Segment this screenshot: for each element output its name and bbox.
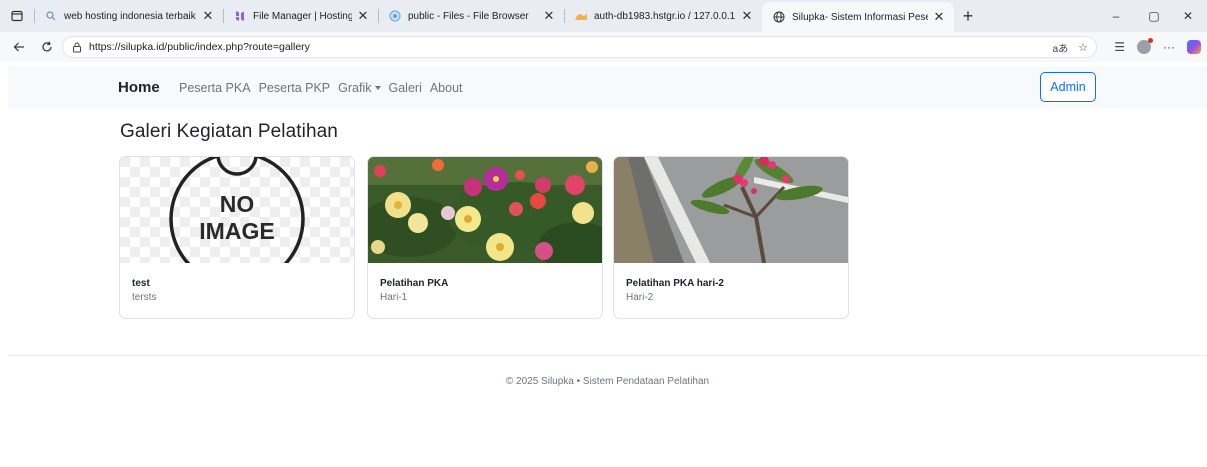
nav-dropdown-grafik[interactable]: Grafik <box>338 81 381 95</box>
tab-actions-button[interactable] <box>0 0 34 32</box>
new-tab-button[interactable]: + <box>954 0 982 32</box>
address-bar-actions: aあ ☆ <box>1053 40 1088 55</box>
more-options-icon[interactable]: ··· <box>1163 40 1175 54</box>
browser-tab-4[interactable]: auth-db1983.hstgr.io / 127.0.0.1 / ✕ <box>564 0 762 32</box>
gallery-card-1[interactable]: NO IMAGE test tersts <box>119 156 355 319</box>
address-bar[interactable]: https://silupka.id/public/index.php?rout… <box>62 36 1097 58</box>
tab-separator <box>34 9 35 23</box>
tab-label: web hosting indonesia terbaik - S <box>64 10 197 22</box>
reload-icon <box>42 41 52 52</box>
favorites-list-icon[interactable]: ☰ <box>1114 40 1125 54</box>
browser-tab-strip: web hosting indonesia terbaik - S ✕ File… <box>0 0 1207 32</box>
read-aloud-icon[interactable]: aあ <box>1053 40 1069 55</box>
reload-button[interactable] <box>36 36 58 58</box>
admin-button[interactable]: Admin <box>1040 72 1096 102</box>
tab-close-icon[interactable]: ✕ <box>932 9 946 25</box>
gallery-card-2[interactable]: Pelatihan PKA Hari-1 <box>367 156 603 319</box>
arrow-left-icon <box>13 42 24 52</box>
no-image-text-line-1: NO <box>220 191 255 217</box>
card-title: Pelatihan PKA <box>380 278 449 289</box>
browser-toolbar: https://silupka.id/public/index.php?rout… <box>0 32 1207 62</box>
footer-divider <box>8 355 1207 356</box>
tab-separator <box>378 9 379 23</box>
toolbar-right-actions: ☰ ··· <box>1114 36 1201 58</box>
site-navbar: Home Peserta PKA Peserta PKP Grafik Gale… <box>8 66 1207 108</box>
page-title: Galeri Kegiatan Pelatihan <box>120 121 338 142</box>
address-url: https://silupka.id/public/index.php?rout… <box>89 41 310 53</box>
hostinger-icon <box>233 9 247 23</box>
card-title: test <box>132 278 150 289</box>
card-text: tersts <box>132 292 157 303</box>
tab-separator <box>223 9 224 23</box>
tab-separator <box>564 9 565 23</box>
tab-close-icon[interactable]: ✕ <box>356 8 370 24</box>
tab-close-icon[interactable]: ✕ <box>740 8 754 24</box>
favorite-star-icon[interactable]: ☆ <box>1078 41 1088 54</box>
tab-label: File Manager | Hostinger <box>253 10 352 22</box>
browser-tab-5-active[interactable]: Silupka- Sistem Informasi Peserta ✕ <box>762 2 954 32</box>
card-title: Pelatihan PKA hari-2 <box>626 278 724 289</box>
lock-icon <box>71 41 83 53</box>
nav-link-galeri[interactable]: Galeri <box>389 81 422 95</box>
globe-icon <box>772 10 786 24</box>
nav-link-grafik-label: Grafik <box>338 81 372 95</box>
minimize-button[interactable]: – <box>1097 0 1135 32</box>
tab-label: public - Files - File Browser <box>408 10 529 22</box>
browser-tab-2[interactable]: File Manager | Hostinger ✕ <box>223 0 378 32</box>
phpmyadmin-icon <box>574 9 588 23</box>
tab-actions-icon <box>11 10 23 22</box>
gallery-card-3[interactable]: Pelatihan PKA hari-2 Hari-2 <box>613 156 849 319</box>
nav-link-about[interactable]: About <box>430 81 463 95</box>
nav-link-peserta-pka[interactable]: Peserta PKA <box>179 81 251 95</box>
search-icon <box>44 9 58 23</box>
filebrowser-icon <box>388 9 402 23</box>
tab-close-icon[interactable]: ✕ <box>201 8 215 24</box>
page-viewport: Home Peserta PKA Peserta PKP Grafik Gale… <box>8 62 1207 467</box>
roadside-plant-photo <box>614 157 848 263</box>
browser-tab-3[interactable]: public - Files - File Browser ✕ <box>378 0 564 32</box>
copilot-icon[interactable] <box>1187 40 1201 54</box>
maximize-button[interactable]: ▢ <box>1135 0 1173 32</box>
tab-label: Silupka- Sistem Informasi Peserta <box>792 11 928 23</box>
flowers-photo <box>368 157 602 263</box>
profile-avatar-icon[interactable] <box>1137 38 1153 54</box>
footer-text: © 2025 Silupka • Sistem Pendataan Pelati… <box>505 376 710 387</box>
no-image-text-line-2: IMAGE <box>199 218 274 244</box>
card-text: Hari-2 <box>626 292 654 303</box>
no-image-placeholder: NO IMAGE <box>120 157 354 263</box>
navbar-links: Peserta PKA Peserta PKP Grafik Galeri Ab… <box>179 81 463 95</box>
navbar-brand-home[interactable]: Home <box>118 79 160 96</box>
close-window-button[interactable]: ✕ <box>1169 0 1207 32</box>
card-text: Hari-1 <box>380 292 408 303</box>
back-button[interactable] <box>8 36 30 58</box>
browser-tab-1[interactable]: web hosting indonesia terbaik - S ✕ <box>34 0 223 32</box>
nav-link-peserta-pkp[interactable]: Peserta PKP <box>259 81 331 95</box>
caret-down-icon <box>374 86 381 90</box>
tab-label: auth-db1983.hstgr.io / 127.0.0.1 / <box>594 10 736 22</box>
tab-close-icon[interactable]: ✕ <box>542 8 556 24</box>
